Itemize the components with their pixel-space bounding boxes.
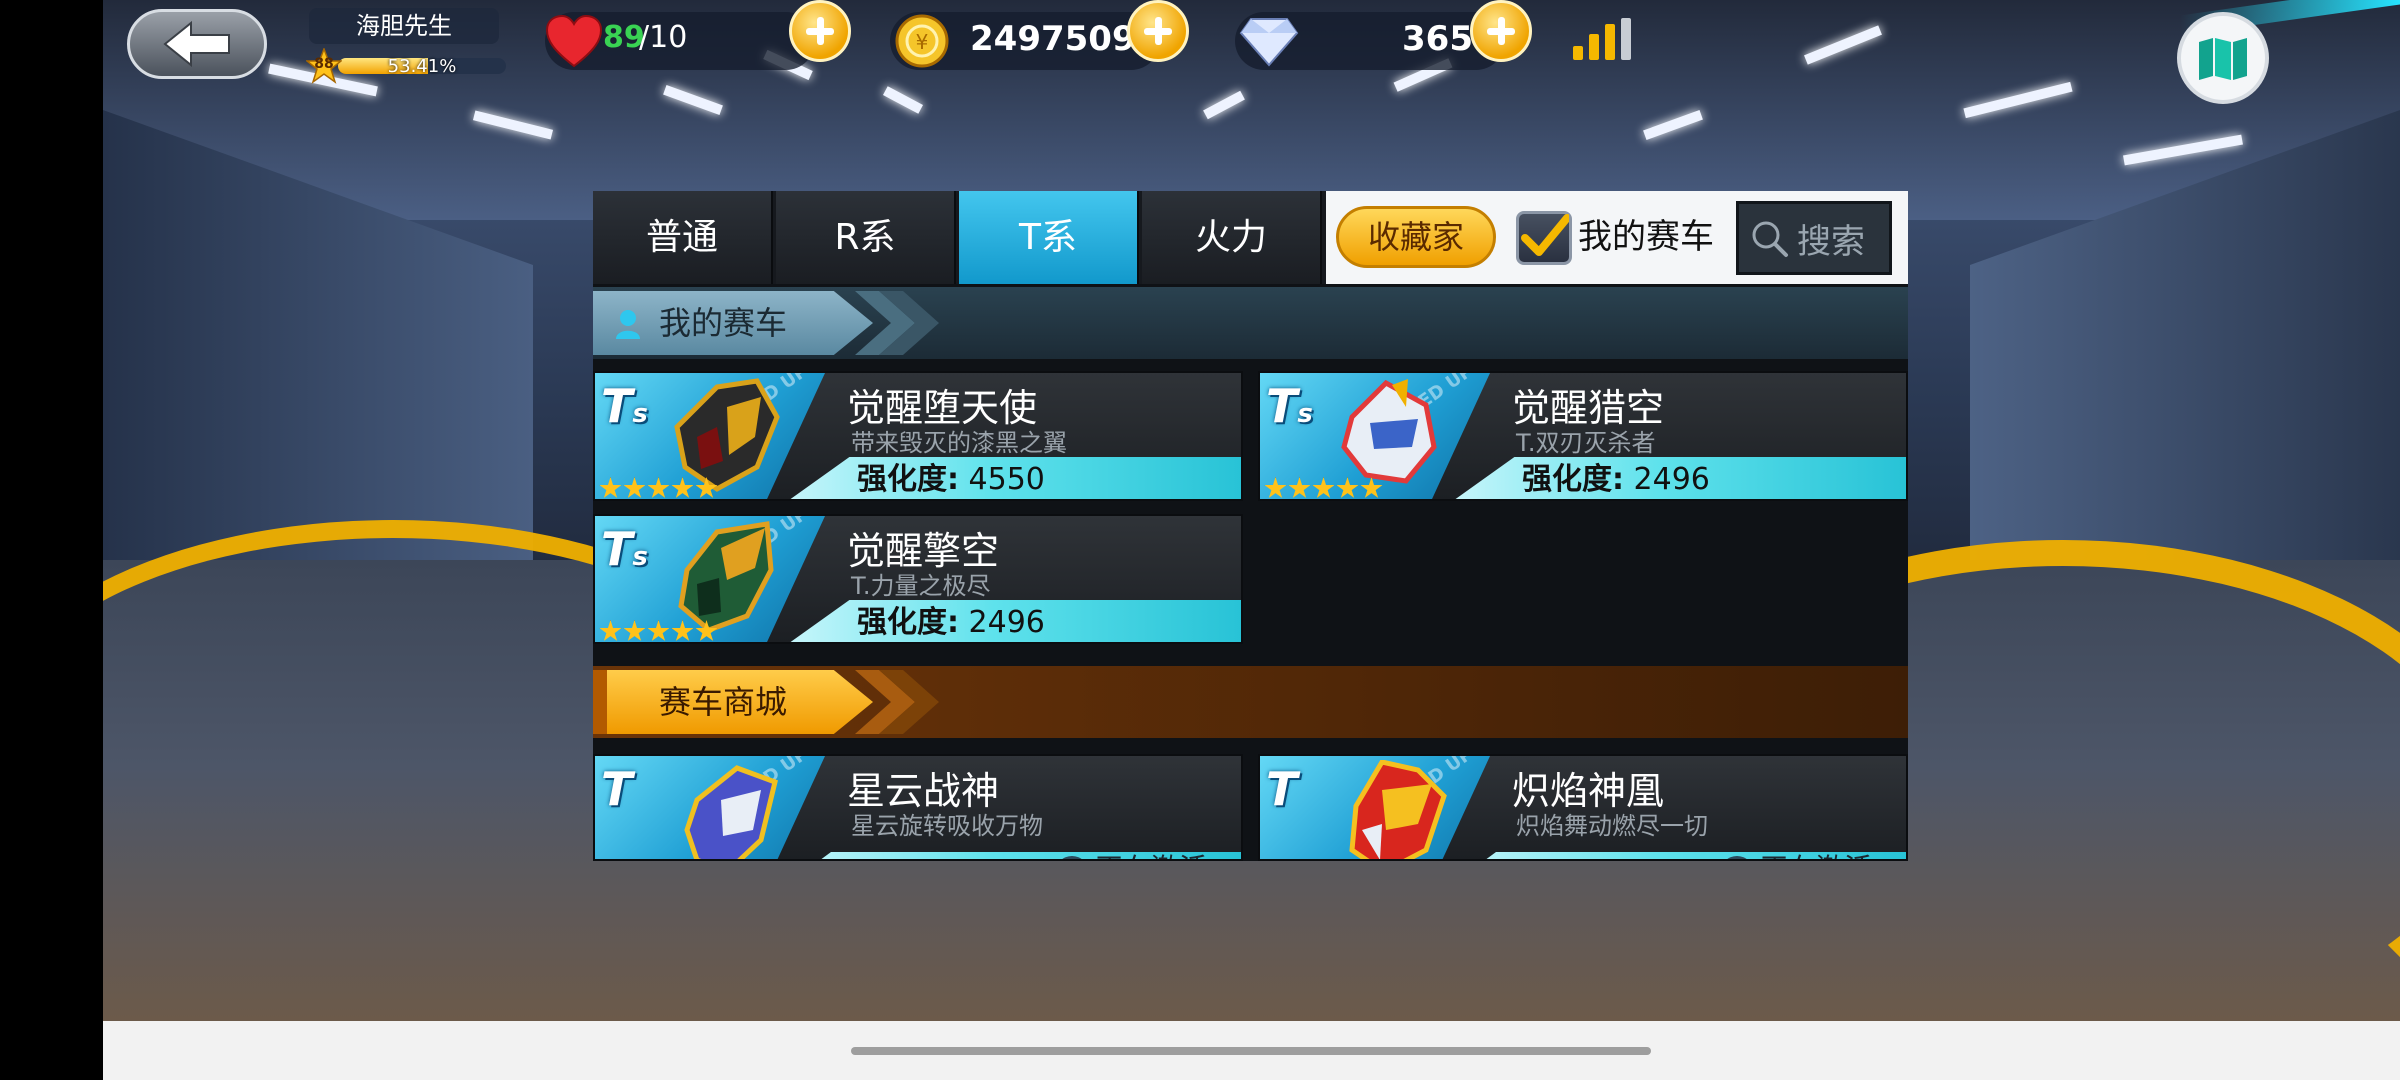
car-card[interactable]: SPEED UP Ts 觉醒猎空 T.双刃灭杀者 强化度: 2496 [1258, 371, 1908, 501]
tab-firepower[interactable]: 火力 [1142, 191, 1322, 284]
exp-percent: 53.41% [387, 56, 457, 77]
star-rating [1264, 477, 1383, 499]
diamond-amount: 365 [1402, 19, 1473, 59]
car-mecha-image [684, 765, 778, 859]
car-description: 炽焰舞动燃尽一切 [1516, 812, 1708, 840]
car-card[interactable]: SPEED UP Ts 觉醒堕天使 带来毁灭的漆黑之翼 强化度: 4550 [593, 371, 1243, 501]
left-black-bar [0, 0, 103, 1080]
diamonds-display: 365 [1235, 12, 1505, 70]
t-series-badge: Ts [601, 379, 648, 433]
player-info: 海胆先生 53.41% 88 [304, 8, 506, 84]
add-stamina-button[interactable] [789, 0, 851, 62]
search-label: 搜索 [1797, 221, 1865, 262]
my-cars-checkbox-label[interactable]: 我的赛车 [1578, 191, 1714, 284]
enhancement-value: 2496 [1633, 462, 1710, 497]
my-cars-title: 我的赛车 [659, 304, 788, 342]
coin-amount: 2497509 [970, 19, 1136, 59]
category-tabs: 普通 R系 T系 火力 收藏家 我的赛车 搜索 [593, 191, 1908, 284]
signal-strength-icon [1573, 18, 1633, 60]
enhancement-value: 4550 [968, 462, 1045, 497]
star-rating [599, 620, 718, 642]
diamond-icon [1239, 18, 1299, 67]
search-icon [1752, 221, 1788, 257]
svg-text:¥: ¥ [916, 30, 929, 54]
enhancement-level: 强化度: 4550 [857, 457, 1045, 499]
enhancement-label: 强化度: [857, 462, 959, 497]
my-cars-checkbox[interactable] [1516, 211, 1572, 265]
stamina-max: /10 [639, 20, 688, 55]
coin-icon: ¥ [895, 14, 949, 68]
t-series-badge: Ts [601, 522, 648, 576]
tab-normal[interactable]: 普通 [593, 191, 773, 284]
star-rating [599, 477, 718, 499]
car-description: T.力量之极尽 [851, 572, 991, 600]
shop-car-card[interactable]: SPEED UP T 星云战神 星云旋转吸收万物 正在激活 [593, 754, 1243, 861]
my-cars-section-header: 我的赛车 [593, 287, 1908, 359]
add-diamonds-button[interactable] [1470, 0, 1532, 62]
enhancement-level: 强化度: 2496 [1522, 457, 1710, 499]
level-star-icon: 88 [304, 46, 344, 84]
car-shop-title: 赛车商城 [659, 683, 788, 721]
enhancement-label: 强化度: [1522, 462, 1624, 497]
map-button[interactable] [2177, 12, 2269, 104]
t-series-badge: T [1266, 762, 1298, 816]
activation-status: 正在激活 [1760, 852, 1872, 859]
car-description: 星云旋转吸收万物 [851, 812, 1043, 840]
checkmark-icon [1521, 214, 1571, 256]
heart-icon [545, 14, 603, 68]
player-name: 海胆先生 [309, 8, 499, 44]
tab-r-series[interactable]: R系 [776, 191, 956, 284]
tab-t-series[interactable]: T系 [959, 191, 1139, 284]
car-selection-panel: 普通 R系 T系 火力 收藏家 我的赛车 搜索 我的赛车 UP Ts 觉醒堕天使… [593, 191, 1908, 861]
back-button[interactable] [127, 9, 267, 79]
filter-toolbar: 收藏家 我的赛车 搜索 [1326, 191, 1908, 284]
car-mecha-image [1349, 760, 1447, 859]
car-shop-section-header: 赛车商城 [593, 666, 1908, 738]
collector-button[interactable]: 收藏家 [1336, 206, 1496, 268]
t-series-badge: Ts [1266, 379, 1313, 433]
enhancement-label: 强化度: [857, 605, 959, 640]
ribbon-edge [593, 670, 607, 734]
home-indicator[interactable] [851, 1047, 1651, 1055]
car-description: 带来毁灭的漆黑之翼 [851, 429, 1067, 457]
t-series-badge: T [601, 762, 633, 816]
add-coins-button[interactable] [1127, 0, 1189, 62]
stamina-display: 89 /10 [545, 12, 815, 70]
enhancement-value: 2496 [968, 605, 1045, 640]
car-card[interactable]: SPEED UP Ts 觉醒擎空 T.力量之极尽 强化度: 2496 [593, 514, 1243, 644]
shop-car-card[interactable]: SPEED UP T 炽焰神凰 炽焰舞动燃尽一切 正在激活 [1258, 754, 1908, 861]
back-arrow-icon [163, 20, 230, 68]
car-description: T.双刃灭杀者 [1516, 429, 1656, 457]
enhancement-level: 强化度: 2496 [857, 600, 1045, 642]
map-icon [2199, 38, 2247, 80]
player-level: 88 [314, 56, 334, 72]
coins-display: ¥ 2497509 [890, 12, 1160, 70]
user-icon [616, 310, 640, 339]
activation-status: 正在激活 [1095, 852, 1207, 859]
search-button[interactable]: 搜索 [1736, 201, 1892, 275]
